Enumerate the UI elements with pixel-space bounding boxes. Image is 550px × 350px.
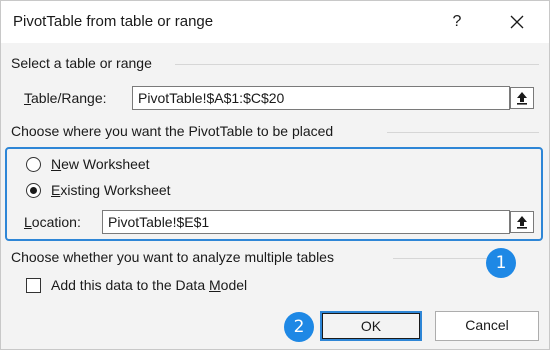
help-button[interactable]: ? (441, 7, 473, 37)
collapse-arrow-icon (517, 216, 527, 229)
close-icon (510, 15, 524, 29)
existing-worksheet-label-text: xisting Worksheet (60, 182, 171, 198)
new-worksheet-accel: N (51, 156, 62, 172)
source-section-divider (175, 64, 539, 65)
multiple-tables-section-label: Choose whether you want to analyze multi… (11, 249, 334, 265)
table-range-label: Table/Range: (24, 90, 107, 106)
location-label: Location: (24, 214, 81, 230)
location-input[interactable]: PivotTable!$E$1 (102, 210, 510, 234)
table-range-label-text: able/Range: (31, 90, 107, 106)
data-model-checkbox[interactable] (26, 278, 41, 293)
data-model-label[interactable]: Add this data to the Data Model (51, 277, 247, 293)
new-worksheet-label-text: ew Worksheet (61, 156, 150, 172)
callout-badge-2: 2 (284, 312, 314, 342)
placement-section-label: Choose where you want the PivotTable to … (11, 123, 334, 139)
location-accel: L (24, 214, 32, 230)
dialog-title: PivotTable from table or range (13, 13, 214, 30)
title-bar: PivotTable from table or range ? (1, 1, 549, 43)
radio-selected-dot (30, 187, 37, 194)
table-range-accel: T (24, 90, 31, 106)
cancel-button[interactable]: Cancel (435, 311, 539, 341)
new-worksheet-label[interactable]: New Worksheet (51, 156, 150, 172)
table-range-input[interactable]: PivotTable!$A$1:$C$20 (132, 86, 510, 110)
data-model-label-suffix: odel (220, 277, 248, 293)
existing-worksheet-label[interactable]: Existing Worksheet (51, 182, 171, 198)
close-button[interactable] (501, 7, 533, 37)
ok-button[interactable]: OK (320, 311, 422, 341)
location-collapse-button[interactable] (510, 211, 534, 233)
collapse-arrow-icon (517, 92, 527, 105)
callout-badge-1: 1 (486, 248, 516, 278)
source-section-label: Select a table or range (11, 55, 152, 71)
data-model-accel: M (209, 277, 221, 293)
pivottable-dialog: PivotTable from table or range ? Select … (0, 0, 550, 350)
placement-section-divider (387, 132, 539, 133)
multiple-tables-section-divider (393, 258, 489, 259)
existing-worksheet-radio[interactable] (26, 183, 41, 198)
data-model-label-prefix: Add this data to the Data (51, 277, 209, 293)
existing-worksheet-accel: E (51, 182, 61, 198)
table-range-collapse-button[interactable] (510, 87, 534, 109)
location-label-text: ocation: (31, 214, 81, 230)
new-worksheet-radio[interactable] (26, 157, 41, 172)
